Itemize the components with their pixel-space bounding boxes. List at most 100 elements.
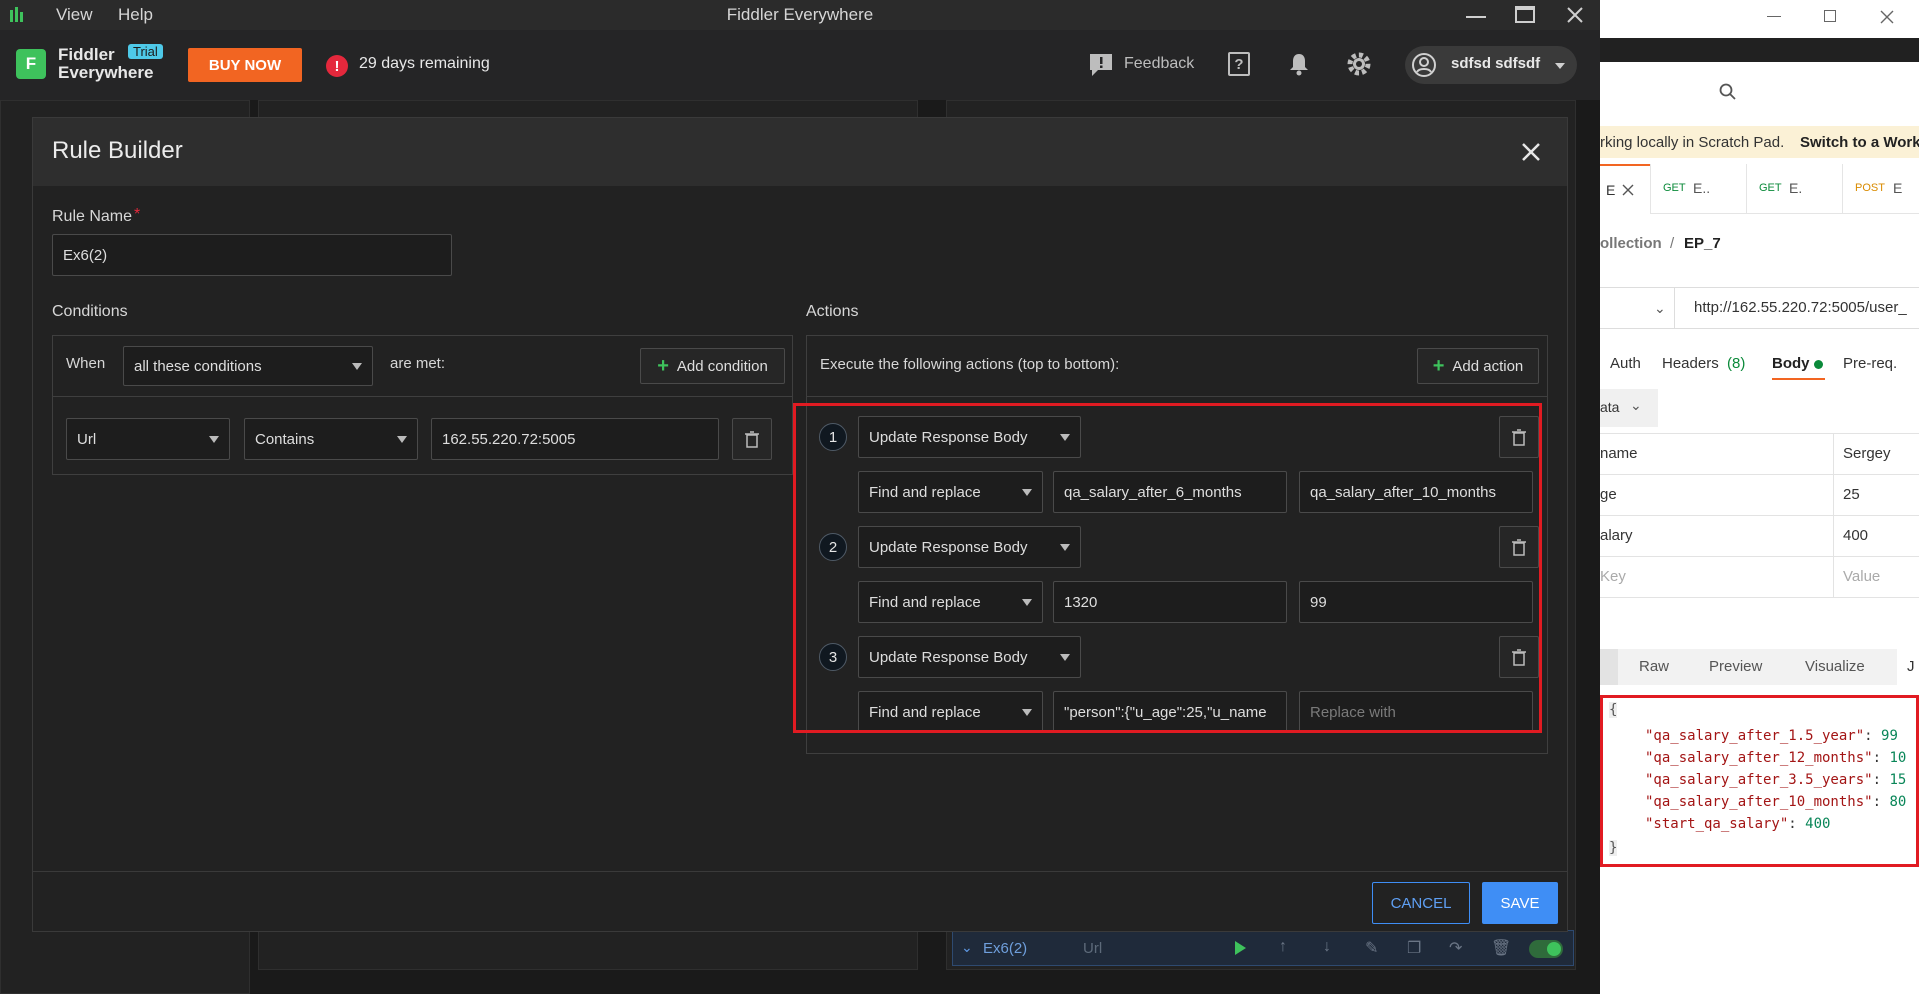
close-window-icon[interactable] <box>1566 6 1584 24</box>
avatar-icon <box>1412 53 1436 77</box>
search-icon[interactable] <box>1719 83 1737 101</box>
tab-post[interactable]: POST E <box>1842 164 1919 214</box>
condition-field-select[interactable]: Url <box>66 418 230 460</box>
body-type-select[interactable]: ata ⌄ <box>1600 389 1658 427</box>
tab-preview[interactable]: Preview <box>1709 658 1762 675</box>
rule-toggle[interactable] <box>1529 940 1563 958</box>
window-title: Fiddler Everywhere <box>726 5 874 24</box>
minimize-icon[interactable] <box>1466 16 1486 18</box>
tab-label: E <box>1606 182 1616 198</box>
form-key-placeholder[interactable]: Key <box>1600 568 1626 585</box>
close-tab-icon[interactable] <box>1622 184 1634 196</box>
tab-headers[interactable]: Headers <box>1662 355 1719 372</box>
action-mode-select[interactable]: Find and replace <box>858 581 1043 623</box>
replace-input[interactable]: Replace with <box>1299 691 1533 733</box>
background-rule-name: Ex6(2) <box>983 940 1028 957</box>
match-mode-select[interactable]: all these conditions <box>123 346 373 386</box>
add-action-button[interactable]: + Add action <box>1417 348 1539 384</box>
form-key[interactable]: ge <box>1600 486 1617 503</box>
form-key[interactable]: alary <box>1600 527 1633 544</box>
settings-gear-icon[interactable] <box>1346 51 1372 77</box>
action-type-select[interactable]: Update Response Body <box>858 416 1081 458</box>
delete-condition-button[interactable] <box>732 418 772 460</box>
action-mode-value: Find and replace <box>869 593 981 611</box>
action-mode-select[interactable]: Find and replace <box>858 691 1043 733</box>
tab-visualize[interactable]: Visualize <box>1805 658 1865 675</box>
json-value: 15 <box>1889 772 1907 788</box>
breadcrumb-parent[interactable]: ollection <box>1600 235 1662 252</box>
add-condition-button[interactable]: + Add condition <box>640 348 785 384</box>
request-tabs: E GET E.. GET E. POST E <box>1600 164 1919 214</box>
delete-icon[interactable]: 🗑 <box>1491 938 1511 958</box>
form-key[interactable]: name <box>1600 445 1638 462</box>
user-name: sdfsd sdfsdf <box>1451 55 1541 72</box>
url-input[interactable]: http://162.55.220.72:5005/user_ <box>1694 299 1907 316</box>
arrow-down-icon[interactable]: ↓ <box>1323 938 1331 956</box>
minimize-icon[interactable] <box>1767 16 1781 17</box>
condition-value-input[interactable]: 162.55.220.72:5005 <box>431 418 719 460</box>
maximize-icon[interactable] <box>1824 10 1836 22</box>
tab-json[interactable]: J <box>1907 658 1915 675</box>
tab-label: E.. <box>1693 180 1711 196</box>
tab-body[interactable]: Body <box>1772 355 1810 372</box>
bell-icon[interactable] <box>1286 51 1312 77</box>
rule-name-input[interactable]: Ex6(2) <box>52 234 452 276</box>
cancel-button[interactable]: CANCEL <box>1372 882 1470 924</box>
json-value: 80 <box>1889 794 1907 810</box>
tab-method: GET <box>1663 182 1686 194</box>
play-icon[interactable] <box>1235 941 1246 955</box>
buy-now-button[interactable]: BUY NOW <box>188 48 302 82</box>
conditions-panel: When all these conditions are met: + Add … <box>52 335 793 475</box>
copy-icon[interactable]: ❐ <box>1407 938 1421 958</box>
dialog-title: Rule Builder <box>52 137 183 164</box>
feedback-icon[interactable] <box>1088 52 1114 78</box>
tab-raw[interactable]: Raw <box>1639 658 1669 675</box>
banner-link[interactable]: Switch to a Work <box>1800 134 1919 151</box>
conditions-label: Conditions <box>52 303 128 320</box>
brace-close: } <box>1609 840 1618 856</box>
tab-get[interactable]: GET E. <box>1746 164 1842 214</box>
tab-prereq[interactable]: Pre-req. <box>1843 355 1897 372</box>
warning-icon: ! <box>326 55 348 77</box>
user-menu[interactable]: sdfsd sdfsdf <box>1405 46 1577 84</box>
delete-action-button[interactable] <box>1499 526 1539 568</box>
background-rule-row[interactable]: ⌄ Ex6(2) Url ↑ ↓ ✎ ❐ ↷ 🗑 <box>952 930 1574 966</box>
share-icon[interactable]: ↷ <box>1449 938 1462 958</box>
find-input[interactable]: "person":{"u_age":25,"u_name <box>1053 691 1287 733</box>
find-input[interactable]: 1320 <box>1053 581 1287 623</box>
tab-active[interactable]: E <box>1600 164 1650 214</box>
find-input[interactable]: qa_salary_after_6_months <box>1053 471 1287 513</box>
close-icon[interactable] <box>1521 142 1541 162</box>
json-value: 10 <box>1889 750 1907 766</box>
form-value-placeholder[interactable]: Value <box>1843 568 1880 585</box>
replace-input[interactable]: 99 <box>1299 581 1533 623</box>
delete-action-button[interactable] <box>1499 636 1539 678</box>
form-value[interactable]: 400 <box>1843 527 1868 544</box>
chevron-down-icon: ⌄ <box>1630 397 1642 413</box>
form-value[interactable]: 25 <box>1843 486 1860 503</box>
tab-get[interactable]: GET E.. <box>1650 164 1746 214</box>
close-window-icon[interactable] <box>1880 10 1894 24</box>
edit-icon[interactable]: ✎ <box>1365 938 1378 958</box>
action-type-select[interactable]: Update Response Body <box>858 636 1081 678</box>
replace-input[interactable]: qa_salary_after_10_months <box>1299 471 1533 513</box>
form-value[interactable]: Sergey <box>1843 445 1891 462</box>
maximize-icon[interactable] <box>1515 6 1535 23</box>
save-button[interactable]: SAVE <box>1482 882 1558 924</box>
tab-auth[interactable]: Auth <box>1610 355 1641 372</box>
arrow-up-icon[interactable]: ↑ <box>1279 938 1287 956</box>
delete-action-button[interactable] <box>1499 416 1539 458</box>
json-line: "qa_salary_after_12_months": 10 <box>1645 750 1907 766</box>
action-type-select[interactable]: Update Response Body <box>858 526 1081 568</box>
feedback-label[interactable]: Feedback <box>1124 55 1194 73</box>
help-icon[interactable]: ? <box>1228 52 1250 76</box>
chevron-down-icon[interactable]: ⌄ <box>1654 300 1666 317</box>
brand-line1: Fiddler <box>58 45 115 64</box>
title-bar: View Help Fiddler Everywhere <box>0 0 1600 30</box>
headers-count: (8) <box>1727 355 1746 372</box>
action-mode-select[interactable]: Find and replace <box>858 471 1043 513</box>
json-line: "qa_salary_after_3.5_years": 15 <box>1645 772 1907 788</box>
condition-operator-select[interactable]: Contains <box>244 418 418 460</box>
action-type-value: Update Response Body <box>869 428 1028 446</box>
rule-name-label: Rule Name <box>52 208 133 225</box>
